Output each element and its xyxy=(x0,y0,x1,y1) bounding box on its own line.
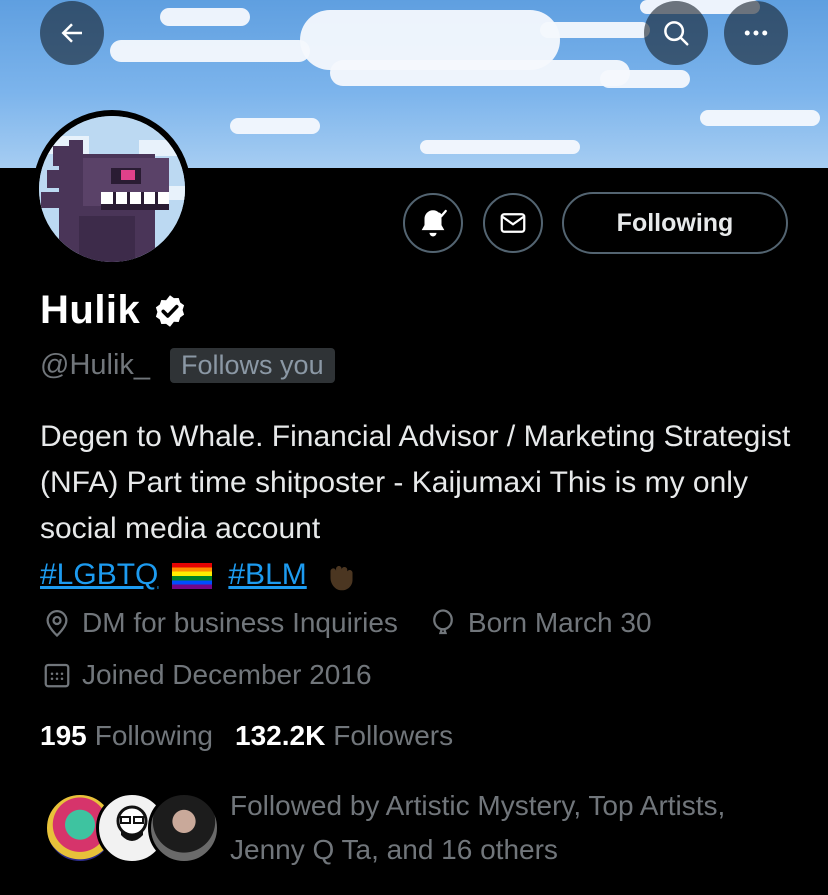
bio-text: Degen to Whale. Financial Advisor / Mark… xyxy=(40,420,791,545)
kaiju-avatar-illustration xyxy=(39,116,185,262)
message-button[interactable] xyxy=(483,193,543,253)
back-button[interactable] xyxy=(40,1,104,65)
profile-joined-date: Joined December 2016 xyxy=(82,659,372,690)
profile-meta-row: DM for business Inquiries Born March 30 xyxy=(42,607,652,639)
search-icon xyxy=(664,21,689,46)
balloon-icon xyxy=(428,608,458,638)
bell-check-icon xyxy=(421,209,447,237)
display-name: Hulik xyxy=(40,288,141,332)
avatar-image xyxy=(39,116,185,262)
more-horizontal-icon xyxy=(744,30,768,36)
profile-birthday: Born March 30 xyxy=(467,607,652,638)
followers-count-link[interactable]: 132.2K Followers xyxy=(235,720,453,752)
following-label: Following xyxy=(94,720,213,751)
location-pin-icon xyxy=(42,608,72,638)
profile-joined-row: Joined December 2016 xyxy=(42,659,372,691)
following-count-link[interactable]: 195 Following xyxy=(40,720,213,752)
profile-avatar[interactable] xyxy=(33,110,191,268)
handle-row: @Hulik_ Follows you xyxy=(40,348,335,383)
profile-handle: @Hulik_ xyxy=(40,349,151,381)
mutual-avatar-3 xyxy=(148,792,220,864)
search-button[interactable] xyxy=(644,1,708,65)
profile-bio: Degen to Whale. Financial Advisor / Mark… xyxy=(40,414,810,598)
following-button[interactable]: Following xyxy=(562,192,788,254)
following-count: 195 xyxy=(40,720,87,751)
arrow-left-icon xyxy=(61,23,82,43)
followers-count: 132.2K xyxy=(235,720,326,751)
hashtag-blm-link[interactable]: #BLM xyxy=(228,558,306,591)
followed-by-text[interactable]: Followed by Artistic Mystery, Top Artist… xyxy=(230,784,790,872)
follows-you-badge: Follows you xyxy=(170,348,335,383)
followers-label: Followers xyxy=(333,720,454,751)
more-button[interactable] xyxy=(724,1,788,65)
envelope-icon xyxy=(500,213,526,233)
mutual-followers-avatars[interactable] xyxy=(44,792,220,866)
rainbow-flag-icon xyxy=(172,563,213,590)
hashtag-lgbtq-link[interactable]: #LGBTQ xyxy=(40,558,158,591)
profile-location: DM for business Inquiries xyxy=(82,607,398,638)
follow-counts: 195 Following 132.2K Followers xyxy=(40,720,453,752)
profile-name-row: Hulik xyxy=(40,288,188,333)
calendar-icon xyxy=(42,660,72,690)
bio-hashtag-row: #LGBTQ #BLM xyxy=(40,558,359,591)
verified-badge-icon xyxy=(156,294,185,327)
notifications-button[interactable] xyxy=(403,193,463,253)
raised-fist-icon xyxy=(330,566,353,591)
